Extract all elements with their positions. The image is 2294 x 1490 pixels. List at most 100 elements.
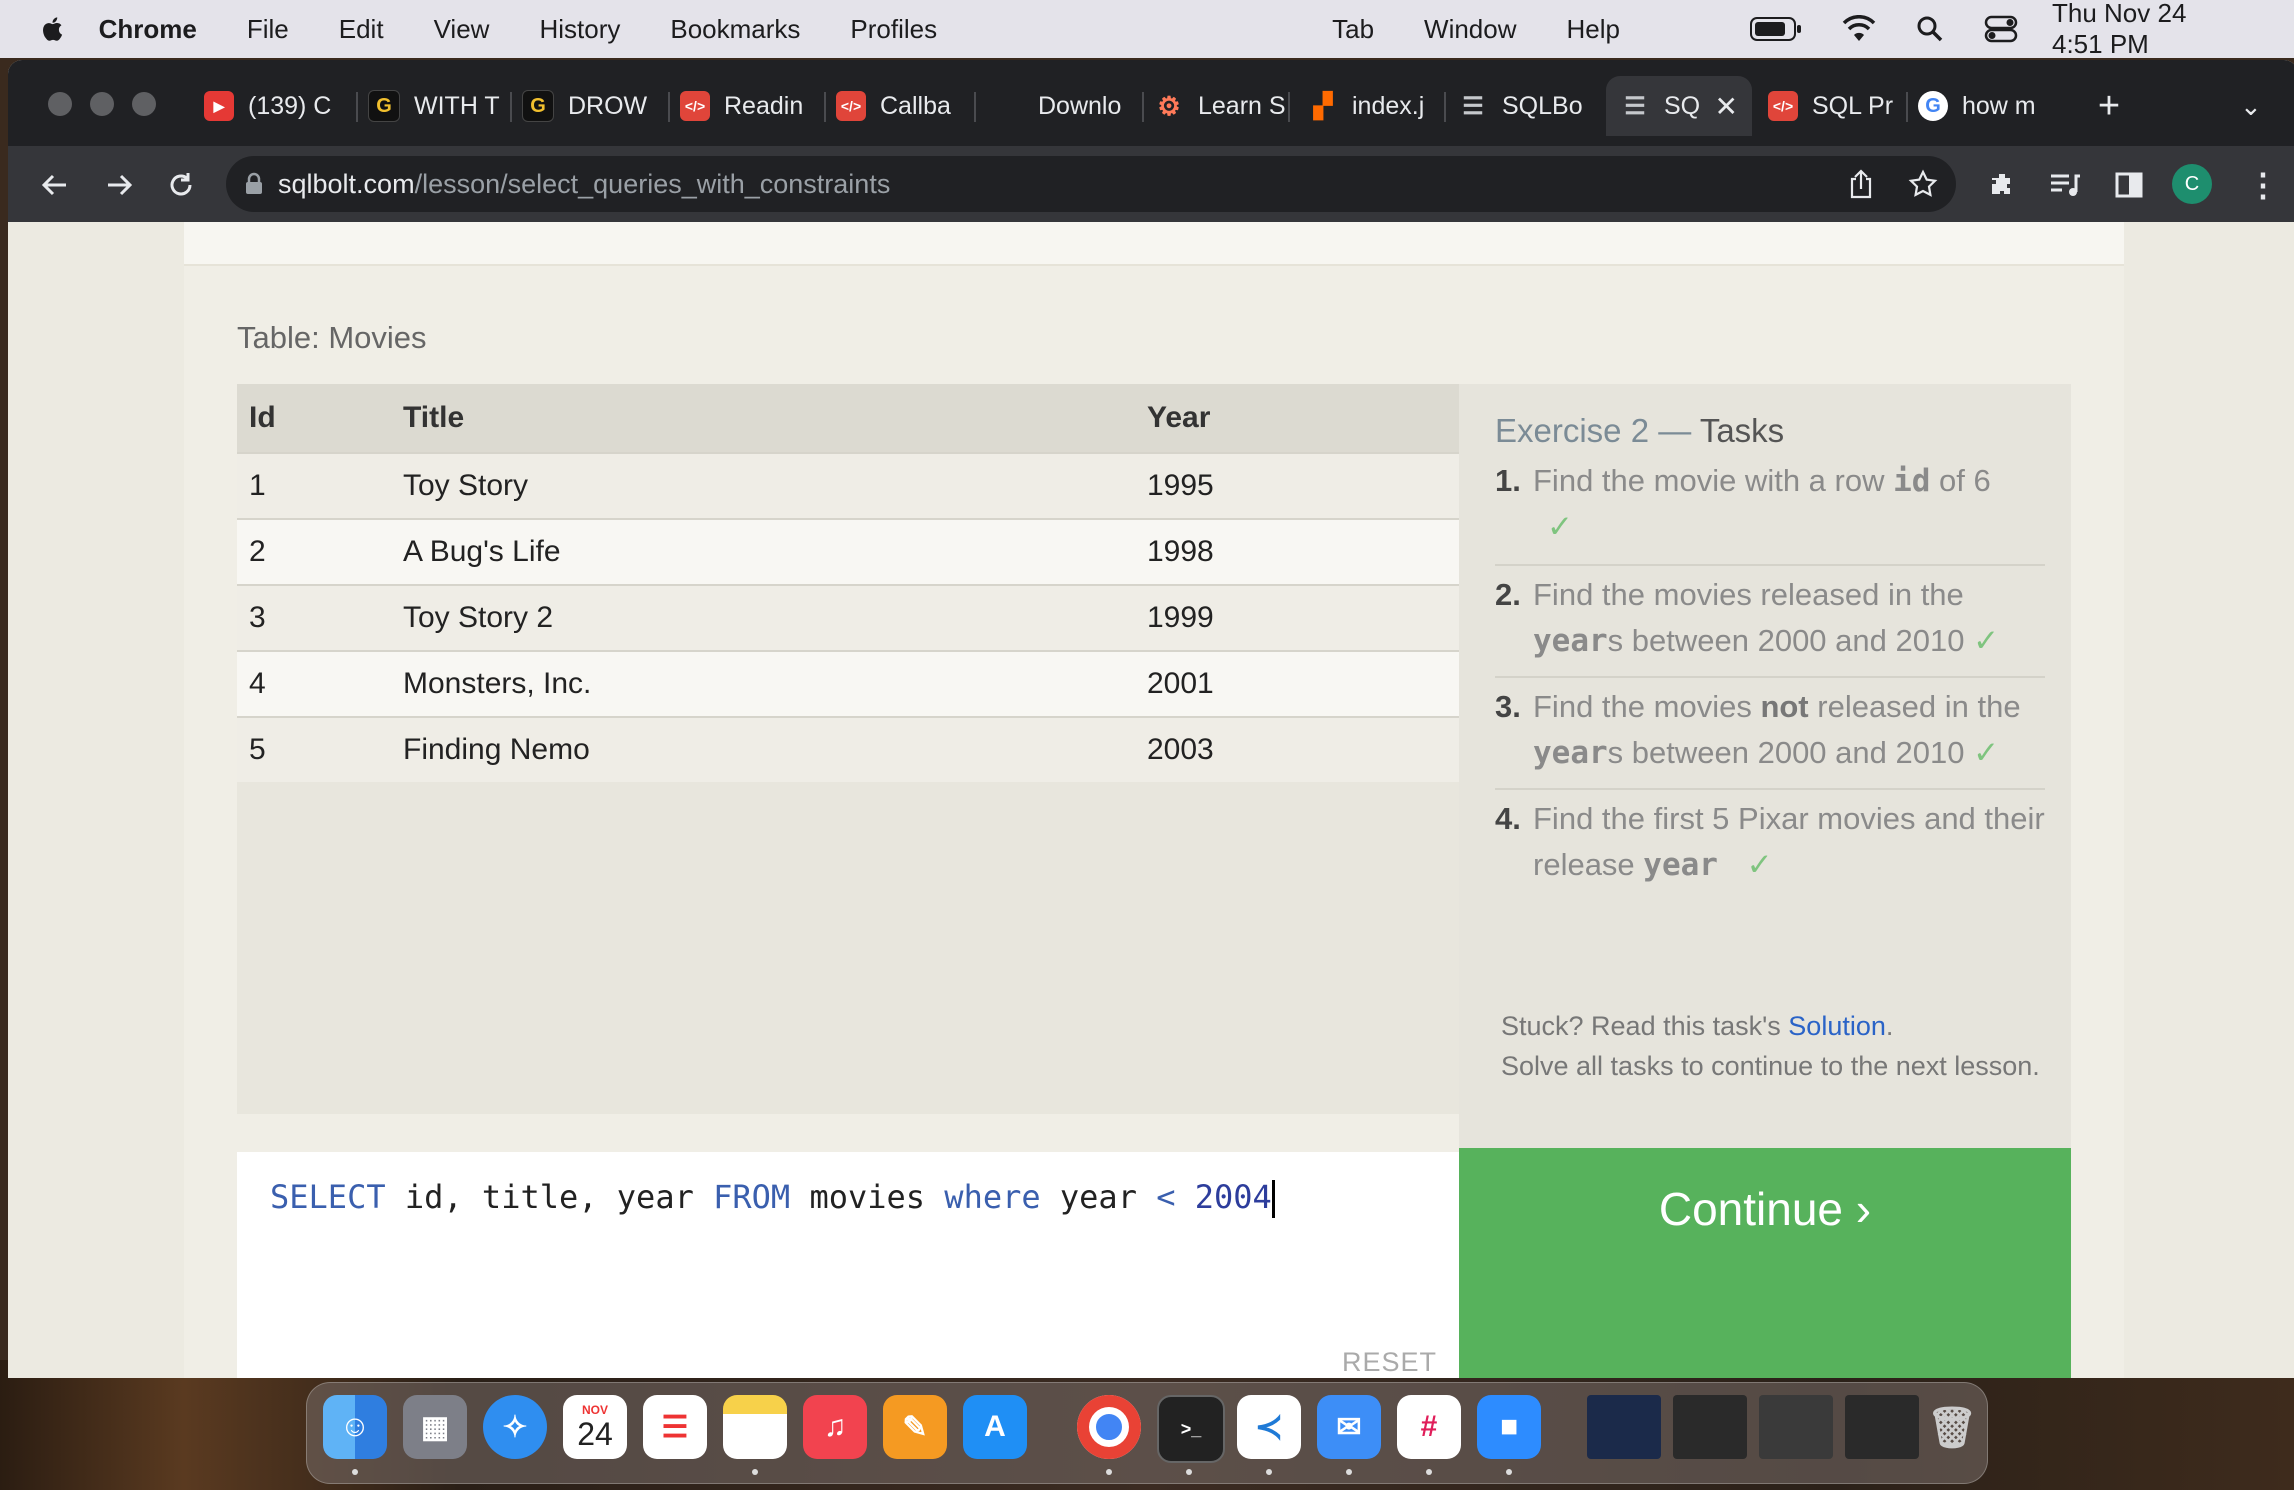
address-bar[interactable]: sqlbolt.com/lesson/select_queries_with_c… [226, 156, 1956, 212]
bookmark-star-icon[interactable] [1908, 169, 1938, 199]
minimized-window-thumbnail[interactable] [1587, 1395, 1661, 1459]
sql-query-text[interactable]: SELECT id, title, year FROM movies where… [270, 1178, 1275, 1218]
new-tab-button[interactable]: + [2084, 76, 2134, 136]
check-icon: ✓ [1746, 847, 1773, 882]
task-code: year [1533, 623, 1608, 659]
table-header-row: Id Title Year [237, 384, 1459, 453]
launchpad-icon[interactable]: ▦ [403, 1395, 467, 1459]
solution-link[interactable]: Solution [1788, 1011, 1886, 1041]
task-text: s between 2000 and 2010 [1607, 623, 1965, 658]
slack-icon[interactable]: # [1397, 1395, 1461, 1459]
chrome-icon[interactable] [1077, 1395, 1141, 1459]
tab-reading[interactable]: </> Readin [680, 76, 826, 136]
mail-icon[interactable]: ✉ [1317, 1395, 1381, 1459]
terminal-icon[interactable]: >_ [1157, 1395, 1225, 1463]
sql-text: movies [790, 1178, 945, 1216]
calendar-day: 24 [577, 1416, 613, 1452]
appstore-icon[interactable]: A [963, 1395, 1027, 1459]
safari-icon[interactable]: ✧ [483, 1395, 547, 1459]
minimize-window-button[interactable] [90, 92, 114, 116]
close-tab-icon[interactable]: ✕ [1715, 90, 1738, 123]
close-window-button[interactable] [48, 92, 72, 116]
reminders-icon[interactable]: ☰ [643, 1395, 707, 1459]
chrome-menu-icon[interactable]: ⋮ [2246, 167, 2280, 203]
side-panel-icon[interactable] [2112, 168, 2146, 202]
cell-id: 4 [237, 650, 403, 717]
calendar-icon[interactable]: NOV 24 [563, 1395, 627, 1459]
browser-window: ▶ (139) C G WITH T G DROW </> Readin </>… [8, 60, 2294, 1378]
task-text: Find the movies [1533, 689, 1761, 724]
minimized-window-thumbnail[interactable] [1845, 1395, 1919, 1459]
lock-icon[interactable] [244, 172, 264, 196]
tab-search-chevron-icon[interactable]: ⌄ [2240, 76, 2280, 136]
cell-year: 1995 [1147, 452, 1459, 519]
tab-download[interactable]: Downlo [1038, 76, 1144, 136]
menu-profiles[interactable]: Profiles [850, 14, 937, 45]
minimized-window-thumbnail[interactable] [1759, 1395, 1833, 1459]
results-table-container: Id Title Year 1 Toy Story 1995 2 A Bug's… [237, 384, 1459, 1114]
menu-tab[interactable]: Tab [1332, 14, 1374, 45]
battery-icon[interactable] [1750, 16, 1802, 42]
menu-file[interactable]: File [247, 14, 289, 45]
tab-index[interactable]: ▞ index.j [1308, 76, 1446, 136]
cell-title: Finding Nemo [403, 716, 1147, 782]
wifi-icon[interactable] [1842, 15, 1876, 43]
tab-sqlbolt[interactable]: ☰ SQLBo [1458, 76, 1600, 136]
sql-text: year [1040, 1178, 1157, 1216]
help-line2: Solve all tasks to continue to the next … [1501, 1051, 2040, 1081]
table-row: 5 Finding Nemo 2003 [237, 716, 1459, 782]
tab-learn[interactable]: ⚙ Learn S [1154, 76, 1290, 136]
tab-sqlbolt-active[interactable]: ☰ SQ ✕ [1606, 76, 1752, 136]
sql-keyword: FROM [713, 1178, 791, 1216]
menu-bar: Chrome File Edit View History Bookmarks … [0, 0, 2294, 60]
zoom-icon[interactable]: ■ [1477, 1395, 1541, 1459]
profile-avatar[interactable]: C [2172, 164, 2212, 204]
back-icon[interactable] [38, 168, 72, 202]
apple-icon[interactable] [38, 10, 69, 48]
tab-callback[interactable]: </> Callba [836, 76, 976, 136]
cell-title: Monsters, Inc. [403, 650, 1147, 717]
extensions-icon[interactable] [1986, 168, 2020, 202]
minimized-window-thumbnail[interactable] [1673, 1395, 1747, 1459]
browser-toolbar: sqlbolt.com/lesson/select_queries_with_c… [8, 146, 2294, 222]
column-header-year: Year [1147, 384, 1459, 453]
sql-editor[interactable]: SELECT id, title, year FROM movies where… [237, 1152, 1459, 1378]
menu-bookmarks[interactable]: Bookmarks [670, 14, 800, 45]
check-icon: ✓ [1973, 623, 2000, 658]
reset-button[interactable]: RESET [1342, 1347, 1437, 1378]
youtube-icon: ▶ [204, 91, 234, 121]
tab-youtube[interactable]: ▶ (139) C [204, 76, 358, 136]
share-icon[interactable] [1848, 169, 1874, 199]
menu-edit[interactable]: Edit [339, 14, 384, 45]
menu-view[interactable]: View [434, 14, 490, 45]
vscode-icon[interactable]: ≺ [1237, 1395, 1301, 1459]
media-playlist-icon[interactable] [2048, 168, 2082, 202]
continue-button[interactable]: Continue › [1459, 1148, 2071, 1378]
pages-icon[interactable]: ✎ [883, 1395, 947, 1459]
trash-icon[interactable]: 🗑 [1927, 1395, 1978, 1459]
menu-window[interactable]: Window [1424, 14, 1516, 45]
music-icon[interactable]: ♫ [803, 1395, 867, 1459]
control-center-icon[interactable] [1984, 15, 2018, 43]
zoom-window-button[interactable] [132, 92, 156, 116]
menu-history[interactable]: History [539, 14, 620, 45]
notes-icon[interactable] [723, 1395, 787, 1459]
shield-icon: </> [836, 91, 866, 121]
tab-google-search[interactable]: G how m [1918, 76, 2050, 136]
continue-label: Continue › [1658, 1183, 1872, 1235]
forward-icon[interactable] [102, 168, 136, 202]
task-text: released in the [1808, 689, 2021, 724]
help-text: Stuck? Read this task's Solution. Solve a… [1501, 1006, 2041, 1086]
table-row: 3 Toy Story 2 1999 [237, 584, 1459, 651]
g-icon: G [522, 90, 554, 122]
reload-icon[interactable] [164, 168, 198, 202]
menu-help[interactable]: Help [1567, 14, 1620, 45]
menu-clock[interactable]: Thu Nov 24 4:51 PM [2052, 0, 2244, 60]
tab-with[interactable]: G WITH T [368, 76, 512, 136]
spotlight-search-icon[interactable] [1916, 15, 1944, 43]
finder-icon[interactable]: ☺ [323, 1395, 387, 1459]
tab-label: (139) C [248, 91, 332, 120]
menu-app-name[interactable]: Chrome [99, 14, 197, 45]
tab-sql-practice[interactable]: </> SQL Pr [1768, 76, 1908, 136]
tab-drow[interactable]: G DROW [522, 76, 670, 136]
